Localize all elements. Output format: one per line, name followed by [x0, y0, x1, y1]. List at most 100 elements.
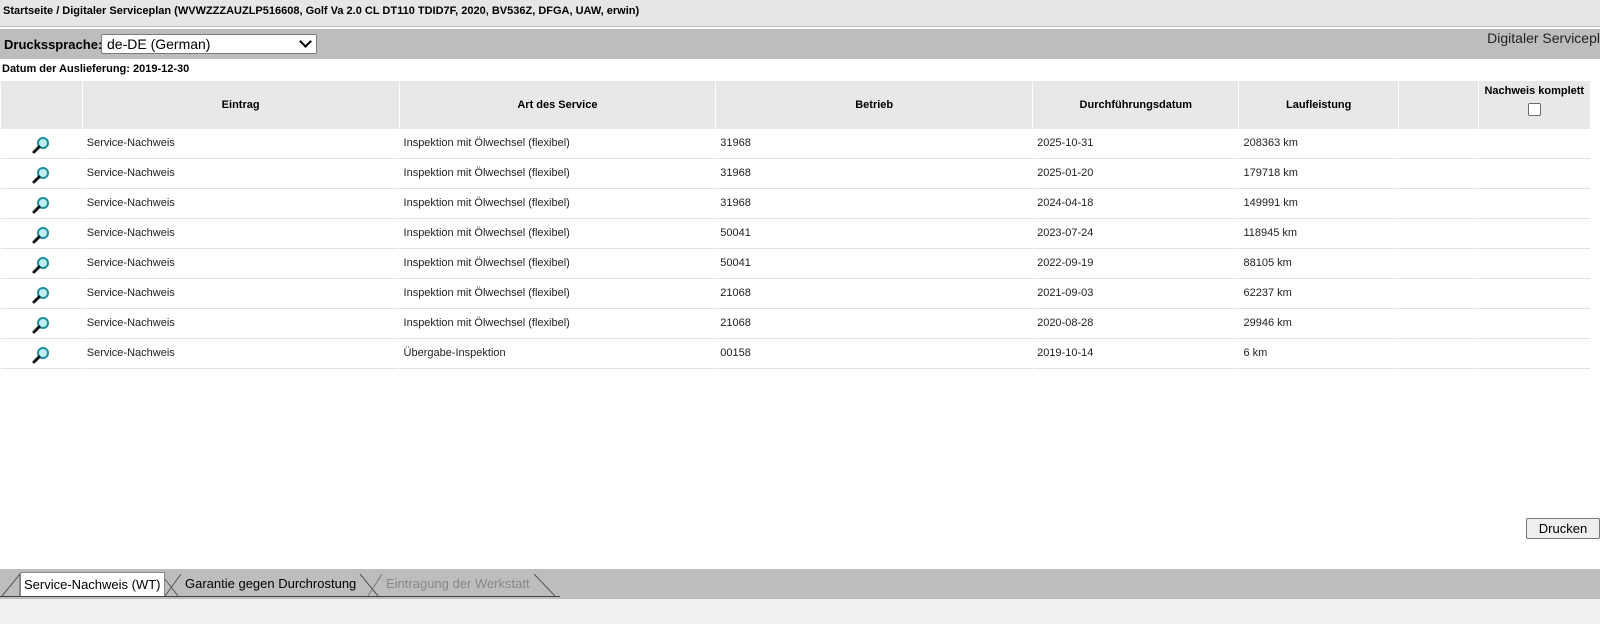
row-icon-cell [1, 249, 82, 279]
page-heading: Digitaler Servicepl [1487, 30, 1600, 46]
header-nachweis-komplett: Nachweis komplett [1478, 81, 1590, 129]
cell-betrieb: 50041 [716, 249, 1033, 279]
cell-art-des-service: Inspektion mit Ölwechsel (flexibel) [399, 279, 716, 309]
row-icon-cell [1, 339, 82, 369]
nachweis-komplett-checkbox[interactable] [1527, 103, 1541, 116]
cell-nachweis-komplett [1478, 189, 1590, 219]
cell-art-des-service: Inspektion mit Ölwechsel (flexibel) [399, 189, 716, 219]
cell-betrieb: 31968 [716, 159, 1033, 189]
cell-nachweis-komplett [1478, 129, 1590, 159]
row-icon-cell [1, 189, 82, 219]
cell-betrieb: 00158 [716, 339, 1033, 369]
cell-art-des-service: Inspektion mit Ölwechsel (flexibel) [399, 309, 716, 339]
cell-laufleistung: 29946 km [1239, 309, 1398, 339]
tab-right-slant-3 [533, 573, 556, 597]
cell-laufleistung: 149991 km [1239, 189, 1398, 219]
cell-empty [1398, 219, 1478, 249]
table-row: Service-Nachweis Inspektion mit Ölwechsel… [1, 189, 1590, 219]
cell-art-des-service: Inspektion mit Ölwechsel (flexibel) [399, 249, 716, 279]
cell-eintrag: Service-Nachweis [82, 159, 399, 189]
magnifier-icon[interactable] [31, 345, 51, 365]
tab-left-slant-1 [1, 572, 21, 597]
footer-area [0, 599, 1600, 624]
header-art-des-service: Art des Service [399, 81, 716, 129]
magnifier-icon[interactable] [31, 315, 51, 335]
cell-durchfuehrungsdatum: 2024-04-18 [1033, 189, 1239, 219]
tab-left-slant-2 [164, 573, 182, 597]
cell-nachweis-komplett [1478, 279, 1590, 309]
cell-art-des-service: Übergabe-Inspektion [399, 339, 716, 369]
chevron-down-icon [299, 35, 312, 48]
tab-service-nachweis[interactable]: Service-Nachweis (WT) [20, 572, 165, 596]
cell-durchfuehrungsdatum: 2019-10-14 [1033, 339, 1239, 369]
header-durchfuehrungsdatum: Durchführungsdatum [1033, 81, 1239, 129]
print-language-label: Druckssprache: [4, 37, 103, 52]
cell-empty [1398, 309, 1478, 339]
delivery-date: Datum der Auslieferung: 2019-12-30 [2, 63, 190, 75]
table-header-row: Eintrag Art des Service Betrieb Durchfüh… [1, 81, 1590, 129]
row-icon-cell [1, 129, 82, 159]
magnifier-icon[interactable] [31, 195, 51, 215]
cell-durchfuehrungsdatum: 2020-08-28 [1033, 309, 1239, 339]
cell-laufleistung: 62237 km [1239, 279, 1398, 309]
cell-laufleistung: 6 km [1239, 339, 1398, 369]
row-icon-cell [1, 159, 82, 189]
cell-laufleistung: 208363 km [1239, 129, 1398, 159]
table-row: Service-Nachweis Inspektion mit Ölwechsel… [1, 219, 1590, 249]
cell-art-des-service: Inspektion mit Ölwechsel (flexibel) [399, 219, 716, 249]
cell-eintrag: Service-Nachweis [82, 279, 399, 309]
magnifier-icon[interactable] [31, 165, 51, 185]
cell-nachweis-komplett [1478, 309, 1590, 339]
magnifier-icon[interactable] [31, 135, 51, 155]
magnifier-icon[interactable] [31, 285, 51, 305]
cell-laufleistung: 118945 km [1239, 219, 1398, 249]
header-laufleistung: Laufleistung [1239, 81, 1398, 129]
header-icon-column [1, 81, 82, 129]
cell-betrieb: 21068 [716, 279, 1033, 309]
breadcrumb-bar: Startseite / Digitaler Serviceplan (WVWZ… [0, 0, 1600, 27]
table-row: Service-Nachweis Inspektion mit Ölwechsel… [1, 159, 1590, 189]
table-row: Service-Nachweis Inspektion mit Ölwechsel… [1, 279, 1590, 309]
cell-empty [1398, 189, 1478, 219]
cell-eintrag: Service-Nachweis [82, 219, 399, 249]
nachweis-komplett-label: Nachweis komplett [1484, 85, 1585, 97]
print-language-select[interactable]: de-DE (German) [101, 34, 317, 54]
cell-laufleistung: 88105 km [1239, 249, 1398, 279]
cell-empty [1398, 339, 1478, 369]
service-table: Eintrag Art des Service Betrieb Durchfüh… [0, 81, 1591, 369]
cell-eintrag: Service-Nachweis [82, 249, 399, 279]
print-language-bar: Druckssprache: de-DE (German) Digitaler … [0, 29, 1600, 59]
header-betrieb: Betrieb [716, 81, 1033, 129]
cell-empty [1398, 159, 1478, 189]
cell-empty [1398, 279, 1478, 309]
cell-eintrag: Service-Nachweis [82, 189, 399, 219]
cell-betrieb: 50041 [716, 219, 1033, 249]
tab-garantie-durchrostung[interactable]: Garantie gegen Durchrostung [185, 572, 356, 596]
row-icon-cell [1, 219, 82, 249]
cell-nachweis-komplett [1478, 159, 1590, 189]
cell-betrieb: 21068 [716, 309, 1033, 339]
cell-empty [1398, 129, 1478, 159]
tab-eintragung-werkstatt: Eintragung der Werkstatt [386, 576, 530, 591]
magnifier-icon[interactable] [31, 225, 51, 245]
cell-durchfuehrungsdatum: 2021-09-03 [1033, 279, 1239, 309]
magnifier-icon[interactable] [31, 255, 51, 275]
table-row: Service-Nachweis Inspektion mit Ölwechsel… [1, 129, 1590, 159]
table-row: Service-Nachweis Übergabe-Inspektion 00158… [1, 339, 1590, 369]
row-icon-cell [1, 279, 82, 309]
cell-durchfuehrungsdatum: 2022-09-19 [1033, 249, 1239, 279]
cell-eintrag: Service-Nachweis [82, 339, 399, 369]
print-button[interactable]: Drucken [1526, 518, 1600, 539]
table-row: Service-Nachweis Inspektion mit Ölwechsel… [1, 309, 1590, 339]
cell-laufleistung: 179718 km [1239, 159, 1398, 189]
cell-art-des-service: Inspektion mit Ölwechsel (flexibel) [399, 159, 716, 189]
header-eintrag: Eintrag [82, 81, 399, 129]
table-row: Service-Nachweis Inspektion mit Ölwechsel… [1, 249, 1590, 279]
row-icon-cell [1, 309, 82, 339]
cell-nachweis-komplett [1478, 339, 1590, 369]
cell-eintrag: Service-Nachweis [82, 309, 399, 339]
cell-durchfuehrungsdatum: 2025-10-31 [1033, 129, 1239, 159]
cell-durchfuehrungsdatum: 2023-07-24 [1033, 219, 1239, 249]
cell-eintrag: Service-Nachweis [82, 129, 399, 159]
header-empty [1398, 81, 1478, 129]
